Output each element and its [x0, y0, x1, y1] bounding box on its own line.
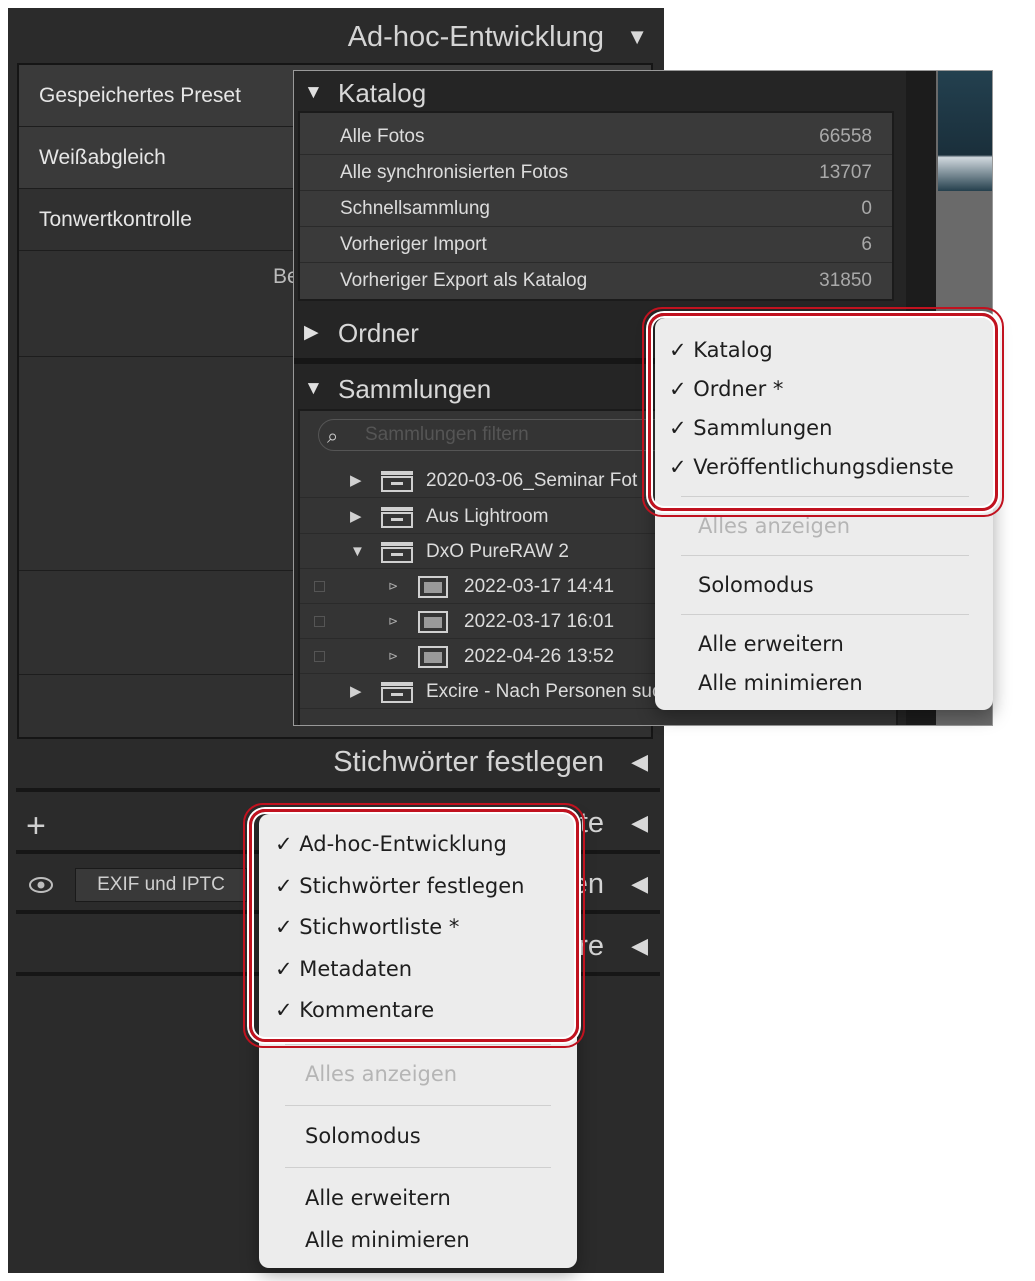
menu-separator — [285, 1105, 551, 1106]
section-catalog-title: Katalog — [338, 78, 427, 108]
target-checkbox[interactable] — [314, 581, 325, 592]
collections-search-placeholder: Sammlungen filtern — [365, 424, 529, 445]
triangle-right-icon[interactable]: ▶ — [350, 463, 362, 498]
collection-set-icon — [381, 682, 413, 703]
header-keywording-label: Stichwörter festlegen — [333, 746, 604, 778]
menu-item-expand-all[interactable]: Alle erweitern — [305, 1186, 451, 1210]
photo-thumbnail[interactable] — [938, 71, 992, 191]
menu-item-collapse-all[interactable]: Alle minimieren — [305, 1228, 470, 1252]
triangle-down-icon[interactable]: ▼ — [304, 71, 323, 115]
collection-set-label: DxO PureRAW 2 — [426, 541, 569, 562]
menu-item-publish-services[interactable]: ✓ Veröffentlichungsdienste — [669, 455, 954, 479]
menu-item-show-all: Alles anzeigen — [698, 514, 851, 538]
row-saved-preset-label: Gespeichertes Preset — [39, 84, 241, 107]
menu-separator — [285, 1167, 551, 1168]
catalog-row-count: 6 — [861, 234, 872, 255]
collection-set-icon — [381, 542, 413, 563]
menu-separator — [681, 496, 969, 497]
triangle-left-icon[interactable]: ◀ — [631, 855, 648, 913]
menu-item-solo-mode[interactable]: Solomodus — [305, 1124, 421, 1148]
smart-arrow-icon: ⊳ — [388, 614, 399, 628]
menu-separator — [681, 614, 969, 615]
catalog-row[interactable]: Vorheriger Import 6 — [300, 227, 892, 263]
triangle-down-icon[interactable]: ▼ — [304, 367, 323, 411]
menu-item-collections[interactable]: ✓ Sammlungen — [669, 416, 832, 440]
search-icon: ⌕ — [327, 426, 339, 448]
menu-item-solo-mode[interactable]: Solomodus — [698, 573, 814, 597]
smart-arrow-icon: ⊳ — [388, 579, 399, 593]
header-comments-label: re — [578, 930, 604, 962]
collection-set-label: Aus Lightroom — [426, 506, 549, 527]
menu-item-expand-all[interactable]: Alle erweitern — [698, 632, 844, 656]
left-panel-context-menu: ✓ Katalog ✓ Ordner * ✓ Sammlungen ✓ Verö… — [655, 318, 993, 710]
divider — [16, 788, 660, 792]
header-keyword-list-label: te — [579, 807, 604, 839]
row-tone-control-label: Tonwertkontrolle — [39, 208, 192, 231]
collection-icon — [418, 576, 448, 598]
menu-item-keywording[interactable]: ✓ Stichwörter festlegen — [275, 874, 524, 898]
triangle-down-icon[interactable]: ▼ — [350, 534, 365, 569]
menu-separator — [285, 1044, 551, 1045]
triangle-down-icon[interactable]: ▼ — [626, 8, 648, 66]
target-checkbox[interactable] — [314, 616, 325, 627]
menu-item-quick-develop[interactable]: ✓ Ad-hoc-Entwicklung — [275, 832, 507, 856]
catalog-row-label: Alle Fotos — [340, 126, 425, 147]
menu-item-keyword-list[interactable]: ✓ Stichwortliste * — [275, 915, 459, 939]
menu-item-show-all: Alles anzeigen — [305, 1062, 458, 1086]
collection-icon — [418, 646, 448, 668]
triangle-right-icon[interactable]: ▶ — [350, 499, 362, 534]
menu-item-folders[interactable]: ✓ Ordner * — [669, 377, 783, 401]
triangle-right-icon[interactable]: ▶ — [304, 311, 319, 355]
catalog-row-label: Vorheriger Export als Katalog — [340, 270, 588, 291]
menu-separator — [681, 555, 969, 556]
right-panel-context-menu: ✓ Ad-hoc-Entwicklung ✓ Stichwörter festl… — [259, 814, 577, 1268]
catalog-row[interactable]: Alle synchronisierten Fotos 13707 — [300, 155, 892, 191]
catalog-row-count: 0 — [861, 198, 872, 219]
section-catalog-header[interactable]: ▼ Katalog — [294, 71, 992, 115]
collection-set-icon — [381, 471, 413, 492]
triangle-left-icon[interactable]: ◀ — [631, 917, 648, 975]
target-checkbox[interactable] — [314, 651, 325, 662]
collection-set-label: 2020-03-06_Seminar Fot — [426, 470, 638, 491]
section-collections-title: Sammlungen — [338, 374, 492, 404]
catalog-row-label: Alle synchronisierten Fotos — [340, 162, 569, 183]
header-quick-develop[interactable]: Ad-hoc-Entwicklung ▼ — [8, 8, 664, 66]
menu-item-metadata[interactable]: ✓ Metadaten — [275, 957, 412, 981]
menu-item-comments[interactable]: ✓ Kommentare — [275, 998, 434, 1022]
catalog-row[interactable]: Schnellsammlung 0 — [300, 191, 892, 227]
catalog-row[interactable]: Vorheriger Export als Katalog 31850 — [300, 263, 892, 299]
row-white-balance-label: Weißabgleich — [39, 146, 166, 169]
section-folders-title: Ordner — [338, 318, 419, 348]
catalog-row-count: 66558 — [819, 126, 872, 147]
triangle-left-icon[interactable]: ◀ — [631, 794, 648, 852]
collection-label: 2022-03-17 14:41 — [464, 576, 615, 597]
collection-icon — [418, 611, 448, 633]
header-quick-develop-label: Ad-hoc-Entwicklung — [347, 21, 604, 53]
collection-label: 2022-03-17 16:01 — [464, 611, 615, 632]
menu-item-collapse-all[interactable]: Alle minimieren — [698, 671, 863, 695]
header-keywording[interactable]: Stichwörter festlegen ◀ — [8, 733, 664, 791]
collection-label: 2022-04-26 13:52 — [464, 646, 615, 667]
collection-set-icon — [381, 507, 413, 528]
catalog-row-label: Vorheriger Import — [340, 234, 487, 255]
collection-set-label: Excire - Nach Personen suc — [426, 681, 662, 702]
catalog-list: Alle Fotos 66558 Alle synchronisierten F… — [298, 111, 894, 301]
triangle-left-icon[interactable]: ◀ — [631, 733, 648, 791]
catalog-row-label: Schnellsammlung — [340, 198, 490, 219]
smart-arrow-icon: ⊳ — [388, 649, 399, 663]
menu-item-catalog[interactable]: ✓ Katalog — [669, 338, 773, 362]
catalog-row-count: 13707 — [819, 162, 872, 183]
catalog-row[interactable]: Alle Fotos 66558 — [300, 119, 892, 155]
triangle-right-icon[interactable]: ▶ — [350, 674, 362, 709]
catalog-row-count: 31850 — [819, 270, 872, 291]
